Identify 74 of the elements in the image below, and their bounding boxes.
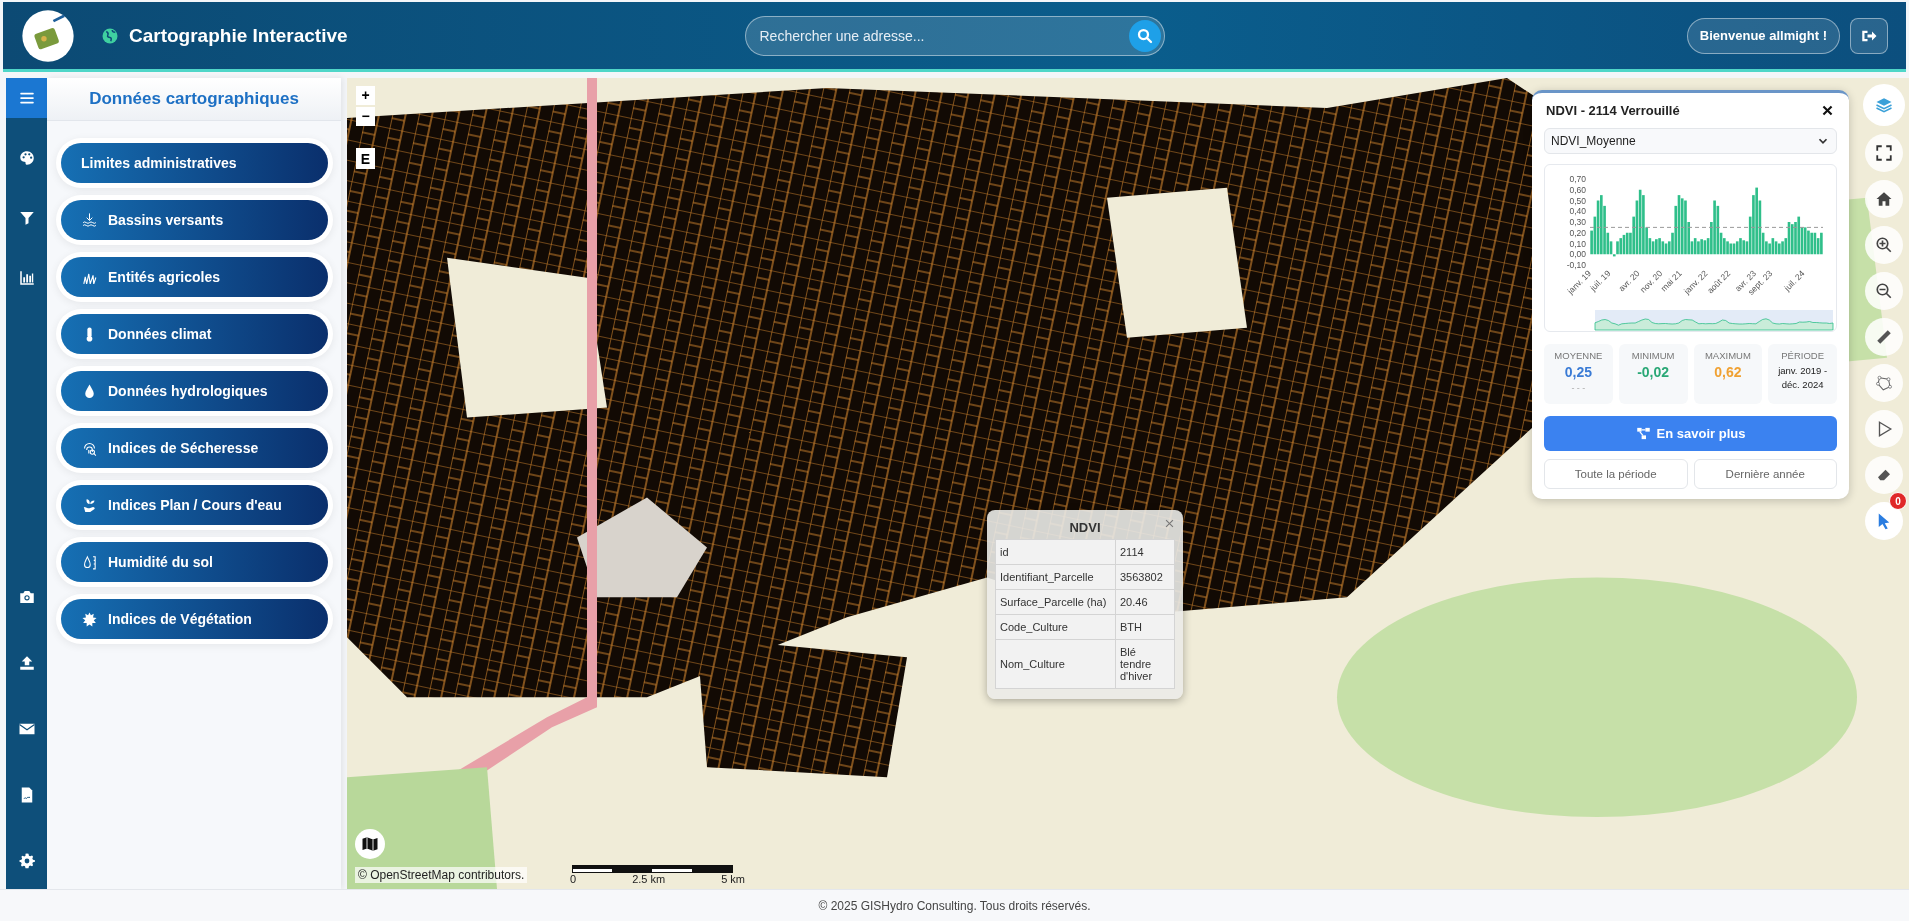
tick-label: 0,50	[1569, 195, 1586, 206]
tick-label: juil. 24	[1782, 268, 1807, 293]
layer-icon	[81, 211, 98, 229]
app-title: Cartographie Interactive	[129, 24, 348, 47]
period-button[interactable]: Dernière année	[1693, 459, 1837, 489]
map-attribution: © OpenStreetMap contributors.	[355, 867, 528, 883]
variable-dropdown[interactable]: NDVI_Moyenne	[1544, 128, 1837, 154]
camera-icon	[17, 588, 36, 606]
dropdown-value: NDVI_Moyenne	[1551, 134, 1636, 148]
scale-label: 5 km	[721, 873, 745, 885]
close-button[interactable]	[1821, 103, 1835, 118]
table-cell: 20.46	[1115, 589, 1175, 615]
zoom-out-icon	[1875, 282, 1893, 300]
popup-title: NDVI	[1069, 520, 1101, 535]
tick-label: avr. 20	[1616, 268, 1642, 294]
upload-icon	[17, 654, 36, 672]
tick-label: 0,00	[1569, 249, 1586, 260]
gear-icon	[17, 852, 36, 870]
tick-label: 0,30	[1569, 217, 1586, 227]
copyright-text: © 2025 GISHydro Consulting. Tous droits réservés.	[818, 898, 1091, 913]
layer-icon	[81, 610, 98, 628]
table-cell: Nom_Culture	[995, 639, 1116, 689]
network-icon	[1635, 426, 1651, 441]
table-cell: Blé tendre d'hiver	[1115, 639, 1175, 689]
table-cell: BTH	[1115, 614, 1175, 640]
zoom-in-button[interactable]: +	[356, 86, 375, 105]
stat-value: -0,02	[1637, 364, 1670, 380]
stat-value: 0,62	[1714, 364, 1742, 380]
logout-button[interactable]	[1850, 17, 1888, 54]
compass-button[interactable]: E	[356, 148, 375, 169]
stat-label: MOYENNE	[1554, 350, 1603, 361]
home-icon	[1875, 190, 1893, 208]
chart-icon	[17, 269, 36, 287]
tick-label: 0,70	[1569, 174, 1586, 184]
palette-icon	[17, 149, 36, 167]
stat-value: janv. 2019 - déc. 2024	[1777, 364, 1829, 393]
search-button[interactable]	[1128, 19, 1161, 52]
scale-label: 0	[570, 873, 577, 885]
map-icon	[361, 835, 379, 853]
stat-note: - - -	[1571, 383, 1586, 393]
panel-title: NDVI - 2114 Verrouillé	[1546, 103, 1680, 118]
close-icon	[1821, 103, 1834, 117]
table-cell: 3563802	[1115, 564, 1175, 590]
polygon-icon	[1875, 374, 1893, 392]
table-cell: Code_Culture	[995, 614, 1116, 640]
tick-label: 0,40	[1569, 206, 1586, 217]
table-cell: id	[995, 539, 1116, 565]
layers-icon	[1875, 96, 1893, 114]
table-cell: Surface_Parcelle (ha)	[995, 589, 1116, 615]
stat-label: PÉRIODE	[1781, 350, 1824, 361]
stat-label: MINIMUM	[1631, 350, 1675, 361]
stat-value: 0,25	[1564, 364, 1592, 380]
stat-label: MAXIMUM	[1704, 350, 1751, 361]
search-icon	[1135, 26, 1154, 45]
menu-button[interactable]	[6, 78, 47, 118]
period-button[interactable]: Toute la période	[1544, 459, 1688, 489]
scale-label: 2.5 km	[632, 873, 666, 885]
tick-label: 0,20	[1569, 227, 1586, 238]
logo-icon	[21, 8, 75, 63]
learn-more-button[interactable]: En savoir plus	[1544, 416, 1837, 451]
tick-label: -0,10	[1566, 260, 1586, 270]
layer-icon	[81, 553, 98, 571]
panel-title: Données cartographiques	[47, 78, 341, 121]
tick-label: 0,10	[1569, 238, 1586, 249]
welcome-button[interactable]: Bienvenue allmight !	[1686, 17, 1840, 54]
close-icon[interactable]	[1164, 518, 1175, 529]
table-cell: 2114	[1115, 539, 1175, 565]
zoom-in-icon	[1875, 236, 1893, 254]
ruler-icon	[1875, 328, 1893, 346]
tick-label: 0,60	[1569, 184, 1586, 195]
globe-icon	[101, 26, 119, 45]
table-cell: Identifiant_Parcelle	[995, 564, 1116, 590]
zoom-out-button[interactable]: −	[356, 107, 375, 126]
fullscreen-icon	[1875, 144, 1893, 162]
